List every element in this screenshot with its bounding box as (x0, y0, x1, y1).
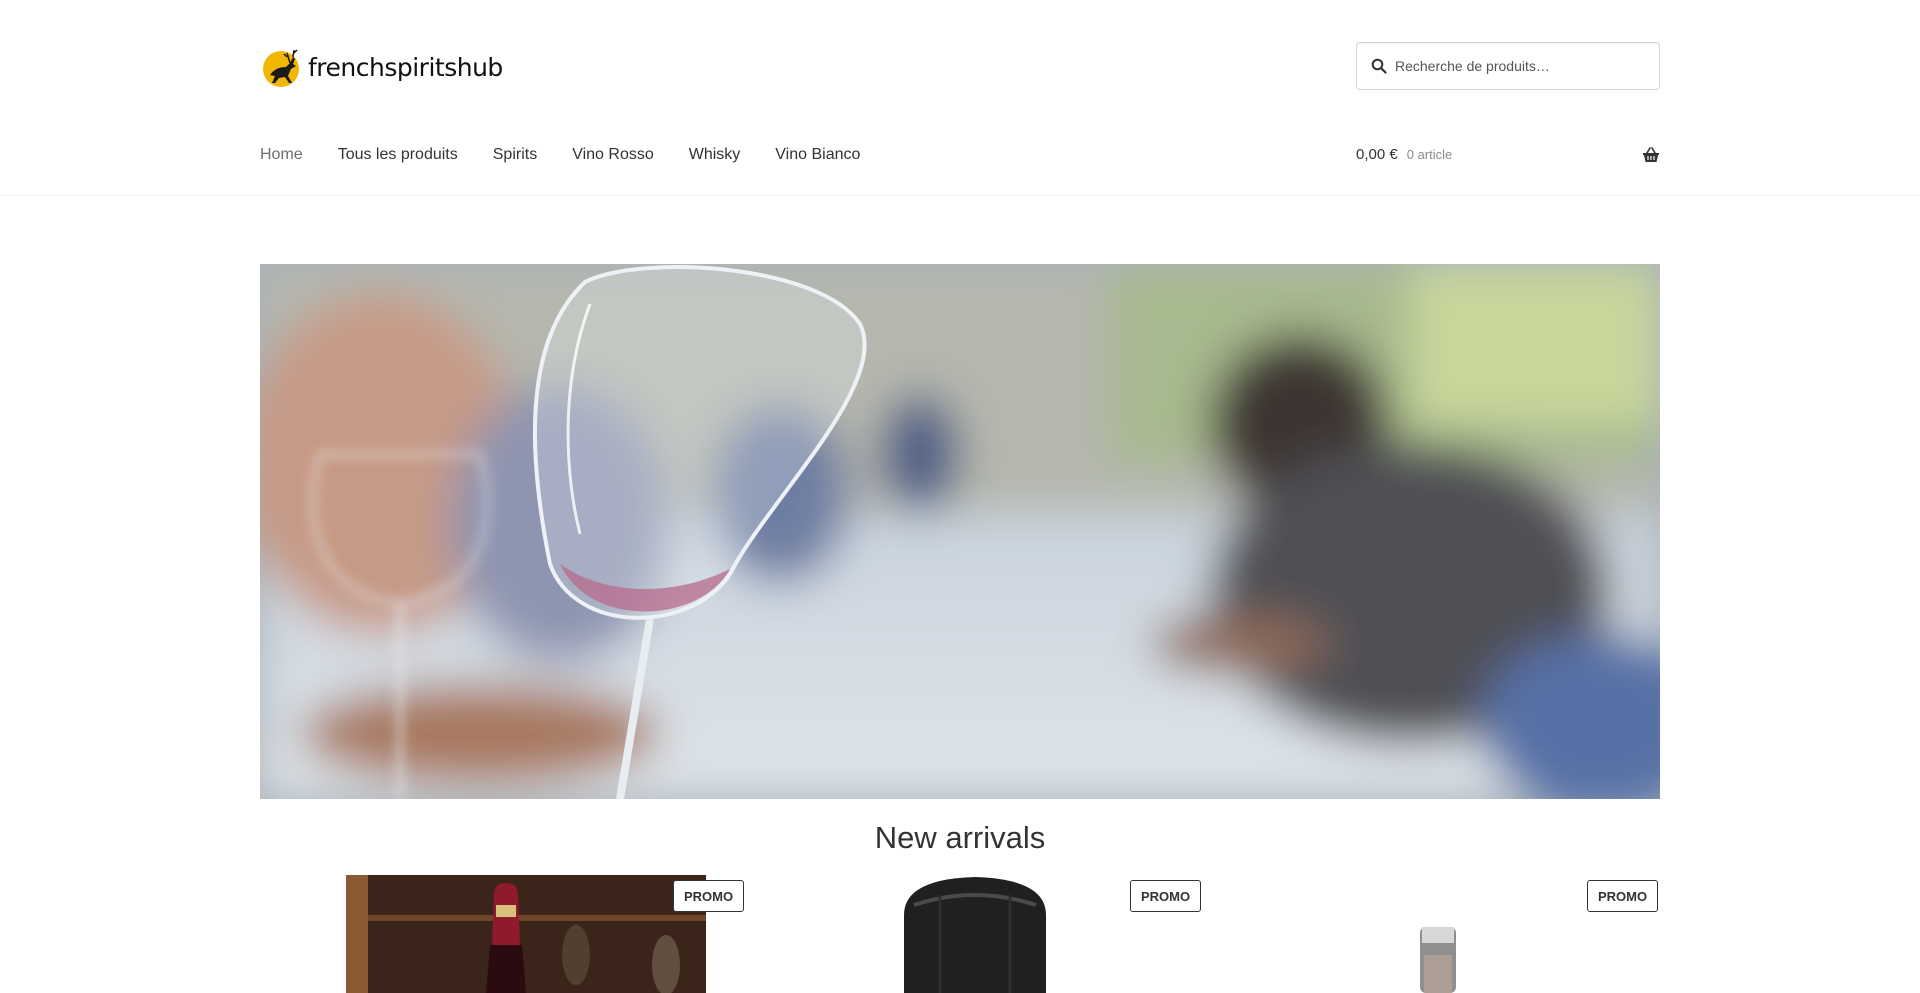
nav-item-vino-bianco[interactable]: Vino Bianco (775, 146, 860, 164)
nav-item-spirits[interactable]: Spirits (493, 146, 537, 164)
hero-banner-image (260, 264, 1660, 799)
search-icon (1371, 58, 1387, 74)
white-wine-bottle-image (1420, 927, 1456, 993)
search-input[interactable] (1395, 58, 1645, 74)
main-navigation: Home Tous les produits Spirits Vino Ross… (260, 146, 895, 164)
cart-link[interactable]: 0,00 € 0 article (1356, 146, 1660, 163)
promo-badge: PROMO (1587, 880, 1659, 912)
basket-icon (1643, 147, 1659, 162)
cart-amount: 0,00 € (1356, 146, 1398, 163)
site-header: frenchspiritshub Home Tous les produits … (0, 0, 1920, 196)
promo-badge: PROMO (1130, 880, 1202, 912)
nav-item-all-products[interactable]: Tous les produits (338, 146, 458, 164)
nav-item-vino-rosso[interactable]: Vino Rosso (572, 146, 654, 164)
promo-badge: PROMO (673, 880, 745, 912)
product-search[interactable] (1356, 42, 1660, 90)
product-image (900, 875, 1050, 993)
deer-logo-icon (263, 49, 299, 87)
product-card[interactable] (900, 875, 1050, 993)
product-image (1418, 875, 1458, 993)
product-card[interactable] (346, 875, 706, 993)
new-arrivals-title: New arrivals (874, 820, 1046, 855)
site-logo-text: frenchspiritshub (308, 52, 503, 82)
nav-item-whisky[interactable]: Whisky (689, 146, 741, 164)
product-image (346, 875, 706, 993)
site-logo[interactable]: frenchspiritshub (260, 45, 503, 89)
wine-glass-hero-illustration (260, 264, 1660, 799)
nav-item-home[interactable]: Home (260, 146, 303, 164)
cart-count: 0 article (1406, 147, 1453, 162)
black-bottle-image (904, 877, 1046, 993)
product-card[interactable] (1418, 875, 1458, 993)
red-wine-bottle-image (346, 875, 706, 993)
